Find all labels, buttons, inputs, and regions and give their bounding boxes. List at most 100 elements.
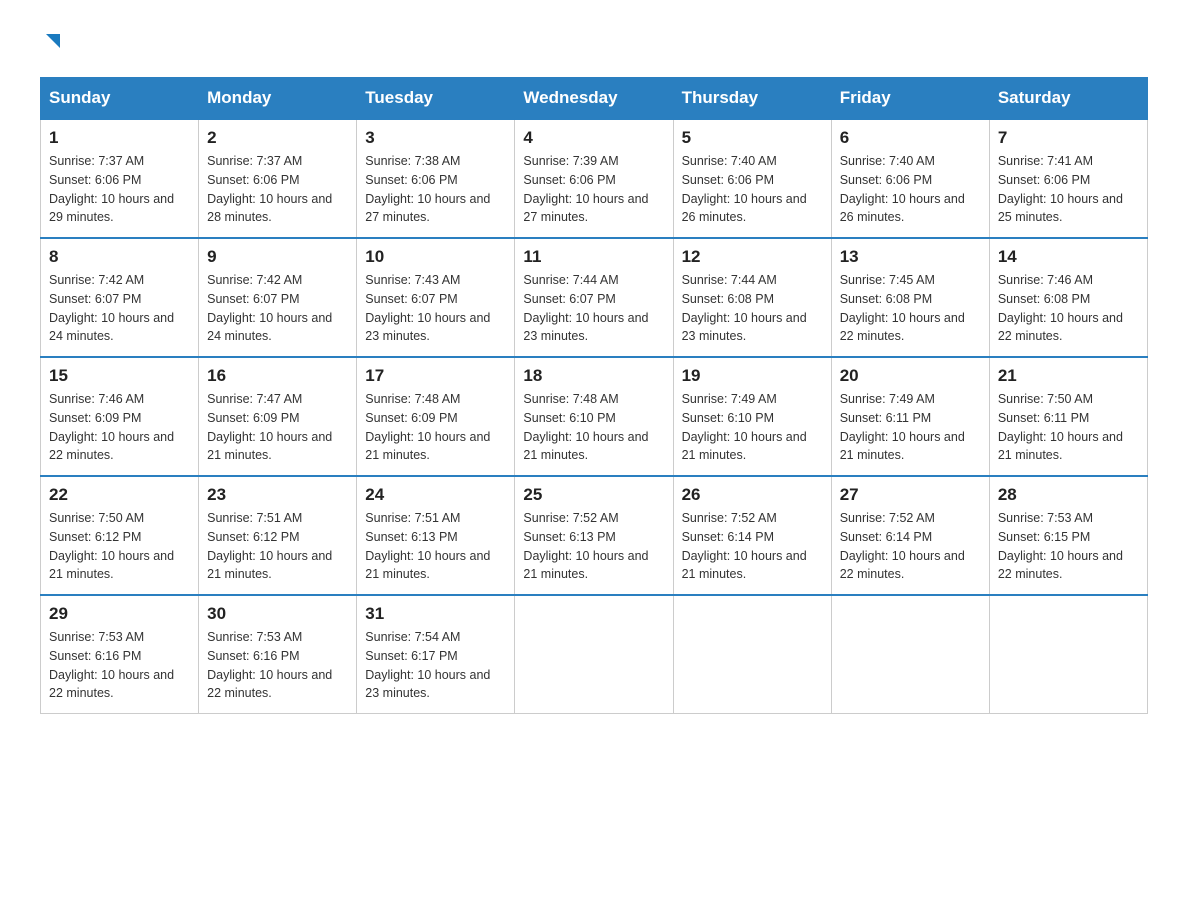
calendar-day-cell: 23 Sunrise: 7:51 AMSunset: 6:12 PMDaylig… xyxy=(199,476,357,595)
day-number: 2 xyxy=(207,128,348,148)
calendar-day-cell: 20 Sunrise: 7:49 AMSunset: 6:11 PMDaylig… xyxy=(831,357,989,476)
day-info: Sunrise: 7:38 AMSunset: 6:06 PMDaylight:… xyxy=(365,154,490,224)
page-header xyxy=(40,30,1148,57)
day-number: 29 xyxy=(49,604,190,624)
logo xyxy=(40,30,64,57)
day-info: Sunrise: 7:53 AMSunset: 6:16 PMDaylight:… xyxy=(207,630,332,700)
calendar-table: SundayMondayTuesdayWednesdayThursdayFrid… xyxy=(40,77,1148,714)
column-header-sunday: Sunday xyxy=(41,78,199,120)
day-number: 5 xyxy=(682,128,823,148)
calendar-day-cell: 14 Sunrise: 7:46 AMSunset: 6:08 PMDaylig… xyxy=(989,238,1147,357)
calendar-day-cell xyxy=(515,595,673,714)
calendar-day-cell: 28 Sunrise: 7:53 AMSunset: 6:15 PMDaylig… xyxy=(989,476,1147,595)
calendar-day-cell: 1 Sunrise: 7:37 AMSunset: 6:06 PMDayligh… xyxy=(41,119,199,238)
day-info: Sunrise: 7:42 AMSunset: 6:07 PMDaylight:… xyxy=(49,273,174,343)
calendar-day-cell: 7 Sunrise: 7:41 AMSunset: 6:06 PMDayligh… xyxy=(989,119,1147,238)
calendar-day-cell: 26 Sunrise: 7:52 AMSunset: 6:14 PMDaylig… xyxy=(673,476,831,595)
calendar-day-cell: 11 Sunrise: 7:44 AMSunset: 6:07 PMDaylig… xyxy=(515,238,673,357)
day-info: Sunrise: 7:42 AMSunset: 6:07 PMDaylight:… xyxy=(207,273,332,343)
day-info: Sunrise: 7:46 AMSunset: 6:08 PMDaylight:… xyxy=(998,273,1123,343)
calendar-week-row: 8 Sunrise: 7:42 AMSunset: 6:07 PMDayligh… xyxy=(41,238,1148,357)
calendar-day-cell: 31 Sunrise: 7:54 AMSunset: 6:17 PMDaylig… xyxy=(357,595,515,714)
column-header-wednesday: Wednesday xyxy=(515,78,673,120)
calendar-day-cell: 25 Sunrise: 7:52 AMSunset: 6:13 PMDaylig… xyxy=(515,476,673,595)
calendar-day-cell: 9 Sunrise: 7:42 AMSunset: 6:07 PMDayligh… xyxy=(199,238,357,357)
day-number: 6 xyxy=(840,128,981,148)
column-header-saturday: Saturday xyxy=(989,78,1147,120)
calendar-day-cell: 6 Sunrise: 7:40 AMSunset: 6:06 PMDayligh… xyxy=(831,119,989,238)
day-number: 1 xyxy=(49,128,190,148)
day-info: Sunrise: 7:50 AMSunset: 6:11 PMDaylight:… xyxy=(998,392,1123,462)
day-info: Sunrise: 7:48 AMSunset: 6:09 PMDaylight:… xyxy=(365,392,490,462)
calendar-day-cell: 16 Sunrise: 7:47 AMSunset: 6:09 PMDaylig… xyxy=(199,357,357,476)
day-info: Sunrise: 7:45 AMSunset: 6:08 PMDaylight:… xyxy=(840,273,965,343)
calendar-week-row: 22 Sunrise: 7:50 AMSunset: 6:12 PMDaylig… xyxy=(41,476,1148,595)
calendar-day-cell: 17 Sunrise: 7:48 AMSunset: 6:09 PMDaylig… xyxy=(357,357,515,476)
day-info: Sunrise: 7:52 AMSunset: 6:13 PMDaylight:… xyxy=(523,511,648,581)
day-info: Sunrise: 7:46 AMSunset: 6:09 PMDaylight:… xyxy=(49,392,174,462)
calendar-day-cell: 24 Sunrise: 7:51 AMSunset: 6:13 PMDaylig… xyxy=(357,476,515,595)
column-header-tuesday: Tuesday xyxy=(357,78,515,120)
calendar-day-cell: 30 Sunrise: 7:53 AMSunset: 6:16 PMDaylig… xyxy=(199,595,357,714)
day-number: 15 xyxy=(49,366,190,386)
day-number: 18 xyxy=(523,366,664,386)
calendar-day-cell: 12 Sunrise: 7:44 AMSunset: 6:08 PMDaylig… xyxy=(673,238,831,357)
day-number: 22 xyxy=(49,485,190,505)
calendar-day-cell: 29 Sunrise: 7:53 AMSunset: 6:16 PMDaylig… xyxy=(41,595,199,714)
day-info: Sunrise: 7:41 AMSunset: 6:06 PMDaylight:… xyxy=(998,154,1123,224)
day-number: 14 xyxy=(998,247,1139,267)
day-number: 11 xyxy=(523,247,664,267)
day-info: Sunrise: 7:37 AMSunset: 6:06 PMDaylight:… xyxy=(49,154,174,224)
calendar-day-cell: 18 Sunrise: 7:48 AMSunset: 6:10 PMDaylig… xyxy=(515,357,673,476)
day-info: Sunrise: 7:52 AMSunset: 6:14 PMDaylight:… xyxy=(840,511,965,581)
day-number: 31 xyxy=(365,604,506,624)
day-info: Sunrise: 7:44 AMSunset: 6:07 PMDaylight:… xyxy=(523,273,648,343)
calendar-day-cell xyxy=(673,595,831,714)
day-info: Sunrise: 7:50 AMSunset: 6:12 PMDaylight:… xyxy=(49,511,174,581)
calendar-day-cell: 19 Sunrise: 7:49 AMSunset: 6:10 PMDaylig… xyxy=(673,357,831,476)
day-number: 3 xyxy=(365,128,506,148)
day-info: Sunrise: 7:37 AMSunset: 6:06 PMDaylight:… xyxy=(207,154,332,224)
logo-arrow-icon xyxy=(42,30,64,52)
calendar-week-row: 1 Sunrise: 7:37 AMSunset: 6:06 PMDayligh… xyxy=(41,119,1148,238)
day-info: Sunrise: 7:40 AMSunset: 6:06 PMDaylight:… xyxy=(682,154,807,224)
day-number: 9 xyxy=(207,247,348,267)
day-number: 16 xyxy=(207,366,348,386)
calendar-day-cell: 27 Sunrise: 7:52 AMSunset: 6:14 PMDaylig… xyxy=(831,476,989,595)
calendar-day-cell: 22 Sunrise: 7:50 AMSunset: 6:12 PMDaylig… xyxy=(41,476,199,595)
day-number: 28 xyxy=(998,485,1139,505)
day-info: Sunrise: 7:47 AMSunset: 6:09 PMDaylight:… xyxy=(207,392,332,462)
column-header-friday: Friday xyxy=(831,78,989,120)
day-number: 20 xyxy=(840,366,981,386)
day-info: Sunrise: 7:54 AMSunset: 6:17 PMDaylight:… xyxy=(365,630,490,700)
day-info: Sunrise: 7:48 AMSunset: 6:10 PMDaylight:… xyxy=(523,392,648,462)
calendar-day-cell: 13 Sunrise: 7:45 AMSunset: 6:08 PMDaylig… xyxy=(831,238,989,357)
day-number: 23 xyxy=(207,485,348,505)
day-info: Sunrise: 7:44 AMSunset: 6:08 PMDaylight:… xyxy=(682,273,807,343)
day-number: 19 xyxy=(682,366,823,386)
calendar-day-cell: 5 Sunrise: 7:40 AMSunset: 6:06 PMDayligh… xyxy=(673,119,831,238)
calendar-day-cell: 10 Sunrise: 7:43 AMSunset: 6:07 PMDaylig… xyxy=(357,238,515,357)
day-info: Sunrise: 7:39 AMSunset: 6:06 PMDaylight:… xyxy=(523,154,648,224)
column-header-thursday: Thursday xyxy=(673,78,831,120)
day-number: 26 xyxy=(682,485,823,505)
calendar-week-row: 29 Sunrise: 7:53 AMSunset: 6:16 PMDaylig… xyxy=(41,595,1148,714)
day-info: Sunrise: 7:51 AMSunset: 6:12 PMDaylight:… xyxy=(207,511,332,581)
day-info: Sunrise: 7:49 AMSunset: 6:11 PMDaylight:… xyxy=(840,392,965,462)
day-info: Sunrise: 7:51 AMSunset: 6:13 PMDaylight:… xyxy=(365,511,490,581)
day-number: 17 xyxy=(365,366,506,386)
day-number: 10 xyxy=(365,247,506,267)
day-number: 25 xyxy=(523,485,664,505)
calendar-day-cell: 3 Sunrise: 7:38 AMSunset: 6:06 PMDayligh… xyxy=(357,119,515,238)
calendar-day-cell: 2 Sunrise: 7:37 AMSunset: 6:06 PMDayligh… xyxy=(199,119,357,238)
day-number: 21 xyxy=(998,366,1139,386)
day-number: 30 xyxy=(207,604,348,624)
day-info: Sunrise: 7:40 AMSunset: 6:06 PMDaylight:… xyxy=(840,154,965,224)
day-info: Sunrise: 7:53 AMSunset: 6:15 PMDaylight:… xyxy=(998,511,1123,581)
day-info: Sunrise: 7:49 AMSunset: 6:10 PMDaylight:… xyxy=(682,392,807,462)
calendar-day-cell xyxy=(831,595,989,714)
calendar-day-cell: 15 Sunrise: 7:46 AMSunset: 6:09 PMDaylig… xyxy=(41,357,199,476)
calendar-header-row: SundayMondayTuesdayWednesdayThursdayFrid… xyxy=(41,78,1148,120)
day-number: 24 xyxy=(365,485,506,505)
day-number: 4 xyxy=(523,128,664,148)
